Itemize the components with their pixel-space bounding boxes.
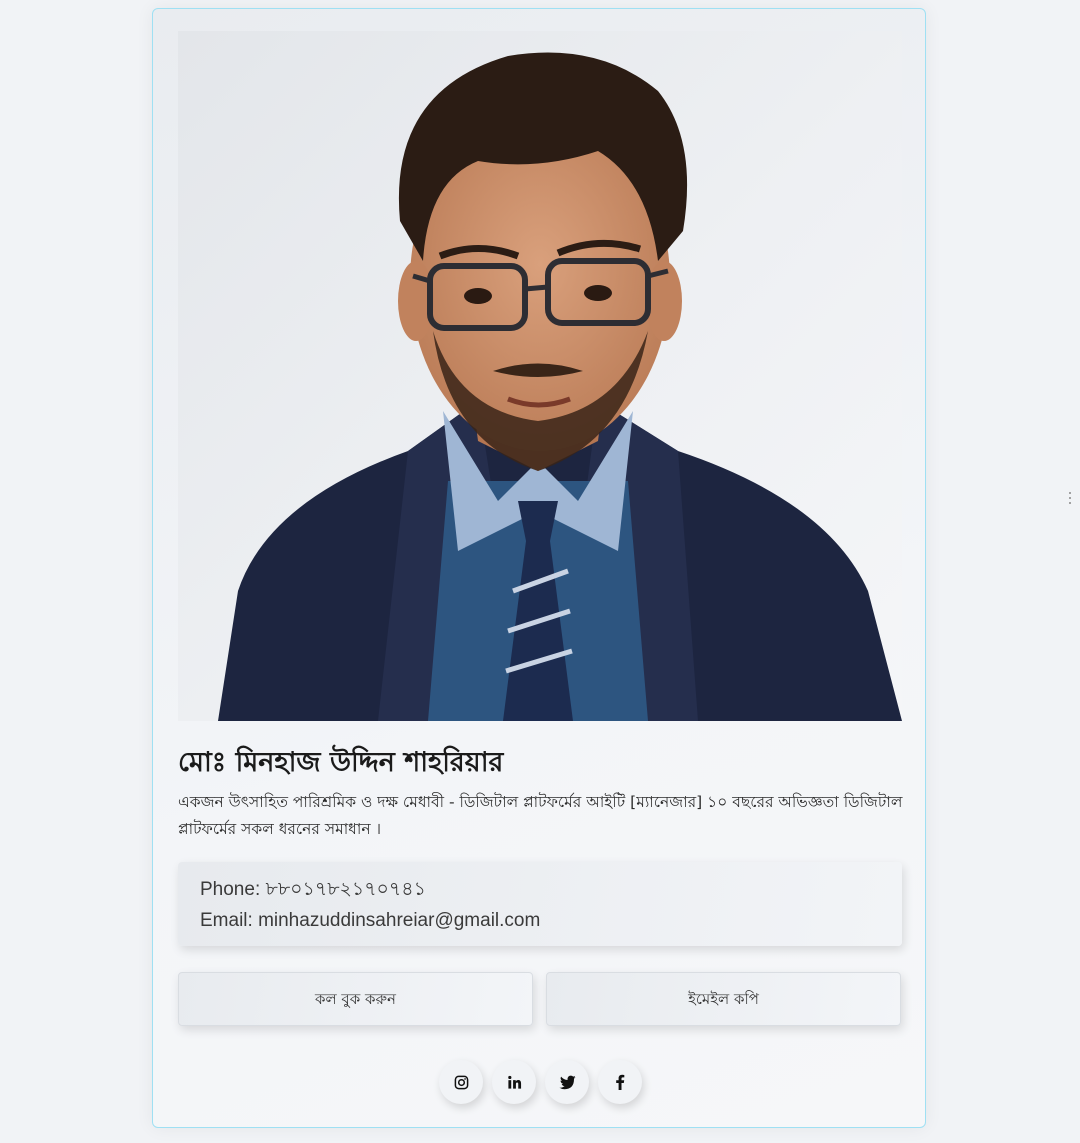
twitter-icon xyxy=(558,1075,576,1090)
email-text: Email: minhazuddinsahreiar@gmail.com xyxy=(200,910,541,931)
instagram-link[interactable] xyxy=(439,1060,483,1104)
linkedin-icon xyxy=(507,1075,522,1090)
social-links xyxy=(439,1060,642,1104)
profile-bio: একজন উৎসাহিত পারিশ্রমিক ও দক্ষ মেধাবী - … xyxy=(178,793,903,838)
page: মোঃ মিনহাজ উদ্দিন শাহরিয়ার একজন উৎসাহিত… xyxy=(0,0,1080,1143)
side-handle[interactable] xyxy=(1068,492,1072,504)
twitter-link[interactable] xyxy=(545,1060,589,1104)
phone-text: Phone: ৮৮০১৭৮২১৭০৭৪১ xyxy=(200,879,426,900)
linkedin-link[interactable] xyxy=(492,1060,536,1104)
book-call-button[interactable]: কল বুক করুন xyxy=(178,972,533,1026)
facebook-icon xyxy=(615,1074,625,1090)
profile-card: মোঃ মিনহাজ উদ্দিন শাহরিয়ার একজন উৎসাহিত… xyxy=(152,8,926,1128)
profile-photo xyxy=(178,31,902,721)
profile-name: মোঃ মিনহাজ উদ্দিন শাহরিয়ার xyxy=(178,747,504,778)
instagram-icon xyxy=(454,1075,469,1090)
contact-box: Phone: ৮৮০১৭৮২১৭০৭৪১ Email: minhazuddins… xyxy=(178,862,902,946)
copy-email-button[interactable]: ইমেইল কপি xyxy=(546,972,901,1026)
facebook-link[interactable] xyxy=(598,1060,642,1104)
